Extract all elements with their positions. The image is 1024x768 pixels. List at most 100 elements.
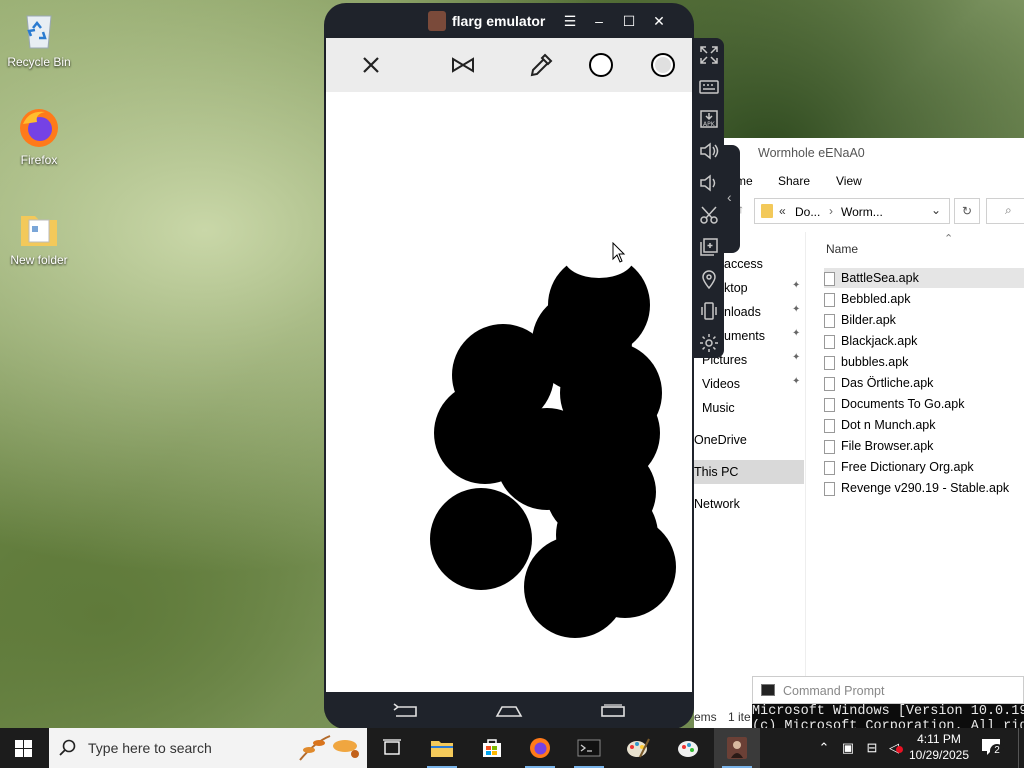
settings-icon[interactable] [698,332,720,354]
nav-item-music[interactable]: Music [702,397,812,419]
file-row[interactable]: bubbles.apk [824,352,1024,372]
file-row[interactable]: BattleSea.apk [824,268,1024,288]
desktop-icon-firefox[interactable]: Firefox [4,106,74,167]
cmd-title: Command Prompt [783,684,885,698]
device-icon[interactable]: ▣ [840,740,856,756]
clock-date: 10/29/2025 [908,748,970,762]
file-row[interactable]: Revenge v290.19 - Stable.apk [824,478,1024,498]
close-icon[interactable] [356,50,386,80]
windows-logo-icon [15,740,32,757]
maximize-button[interactable]: ☐ [618,11,640,31]
taskbar-file-explorer[interactable] [419,728,465,768]
app-logo-icon [428,11,446,31]
chevron-down-icon[interactable]: ⌄ [931,203,941,217]
clock[interactable]: 4:11 PM 10/29/2025 [906,731,972,763]
file-row[interactable]: Blackjack.apk [824,331,1024,351]
nav-item-desktop[interactable]: ktop [724,277,834,299]
blob-shape [574,516,676,618]
breadcrumb-wormhole[interactable]: Worm... [841,205,883,219]
minimize-button[interactable]: – [588,11,610,31]
desktop-icon-recycle-bin[interactable]: Recycle Bin [4,8,74,69]
apk-install-icon[interactable]: APK [698,108,720,130]
circle-filled-icon[interactable] [648,50,678,80]
drawing-canvas[interactable] [326,92,692,692]
file-row[interactable]: Dot n Munch.apk [824,415,1024,435]
file-icon [824,355,835,370]
command-prompt-icon [577,739,601,757]
fullscreen-icon[interactable] [698,44,720,66]
keyboard-icon[interactable] [698,76,720,98]
nav-item-downloads[interactable]: nloads [724,301,834,323]
taskbar-store[interactable] [469,728,515,768]
start-button[interactable] [0,728,46,768]
clock-time: 4:11 PM [917,732,961,746]
taskbar-flarg-emulator[interactable] [714,728,760,768]
taskbar-search-box[interactable]: Type here to search [49,728,367,768]
home-icon[interactable] [494,702,524,720]
eyedropper-icon[interactable] [526,50,556,80]
file-row[interactable]: Bilder.apk [824,310,1024,330]
nav-item-network[interactable]: Network [694,493,804,515]
nav-item-quick-access[interactable]: access [724,253,834,275]
file-icon [824,334,835,349]
flarg-emulator-icon [727,737,747,759]
emulator-title: flarg emulator [452,13,546,29]
file-row[interactable]: Documents To Go.apk [824,394,1024,414]
close-window-button[interactable]: ✕ [648,11,670,31]
scissors-icon[interactable] [698,204,720,226]
cmd-line: Microsoft Windows [Version 10.0.19 [752,704,1024,719]
file-icon [824,481,835,496]
volume-muted-icon[interactable]: ◁ [886,740,903,756]
breadcrumb-documents[interactable]: Do... [795,205,820,219]
explorer-title: Wormhole eENaA0 [758,146,865,160]
shake-icon[interactable] [698,300,720,322]
notification-center-button[interactable]: 2 [980,736,1006,760]
multi-window-icon[interactable] [698,236,720,258]
task-view-button[interactable] [369,728,415,768]
status-item-count: ems [694,710,717,724]
nav-item-this-pc[interactable]: This PC [694,461,804,483]
nav-item-onedrive[interactable]: OneDrive [694,429,804,451]
bowtie-icon[interactable] [448,50,478,80]
command-prompt-window[interactable]: Command Prompt Microsoft Windows [Versio… [752,676,1024,728]
cmd-title-bar: Command Prompt [752,676,1024,704]
back-icon[interactable] [390,702,420,720]
taskbar-firefox[interactable] [517,728,563,768]
file-explorer-icon [431,741,453,757]
folder-icon [761,204,773,218]
mouse-cursor-icon [612,242,626,263]
firefox-icon [17,106,61,150]
menu-icon[interactable]: ☰ [559,11,581,31]
breadcrumb-chevrons-icon: « [779,204,786,218]
circle-outline-icon[interactable] [586,50,616,80]
location-icon[interactable] [698,268,720,290]
file-icon [824,439,835,454]
network-icon[interactable]: ⊟ [864,740,880,756]
recent-apps-icon[interactable] [598,702,628,720]
tab-share[interactable]: Share [778,174,810,188]
refresh-button[interactable]: ↻ [954,198,980,224]
file-row[interactable]: Das Örtliche.apk [824,373,1024,393]
volume-down-icon[interactable] [698,172,720,194]
search-box[interactable]: ⌕ [986,198,1024,224]
file-row[interactable]: Free Dictionary Org.apk [824,457,1024,477]
file-row[interactable]: File Browser.apk [824,436,1024,456]
search-placeholder: Type here to search [88,740,212,756]
nav-item-documents[interactable]: uments [724,325,834,347]
cmd-output: Microsoft Windows [Version 10.0.19 (c) Mi… [752,704,1024,728]
taskbar-paint[interactable] [615,728,661,768]
side-panel-collapse-tab[interactable]: ‹ [724,145,740,253]
show-desktop-button[interactable] [1018,728,1024,768]
file-icon [824,292,835,307]
chevron-right-icon: › [829,204,833,218]
volume-up-icon[interactable] [698,140,720,162]
file-row[interactable]: Bebbled.apk [824,289,1024,309]
tab-view[interactable]: View [836,174,862,188]
chevron-up-icon[interactable]: ⌃ [816,740,832,756]
taskbar-paint-3d[interactable] [665,728,711,768]
taskbar-command-prompt[interactable] [566,728,612,768]
desktop-icon-new-folder[interactable]: New folder [4,206,74,267]
column-header-name[interactable]: Name [826,242,858,256]
address-bar[interactable]: « Do... › Worm... ⌄ [754,198,950,224]
paint-palette-icon [627,738,650,758]
